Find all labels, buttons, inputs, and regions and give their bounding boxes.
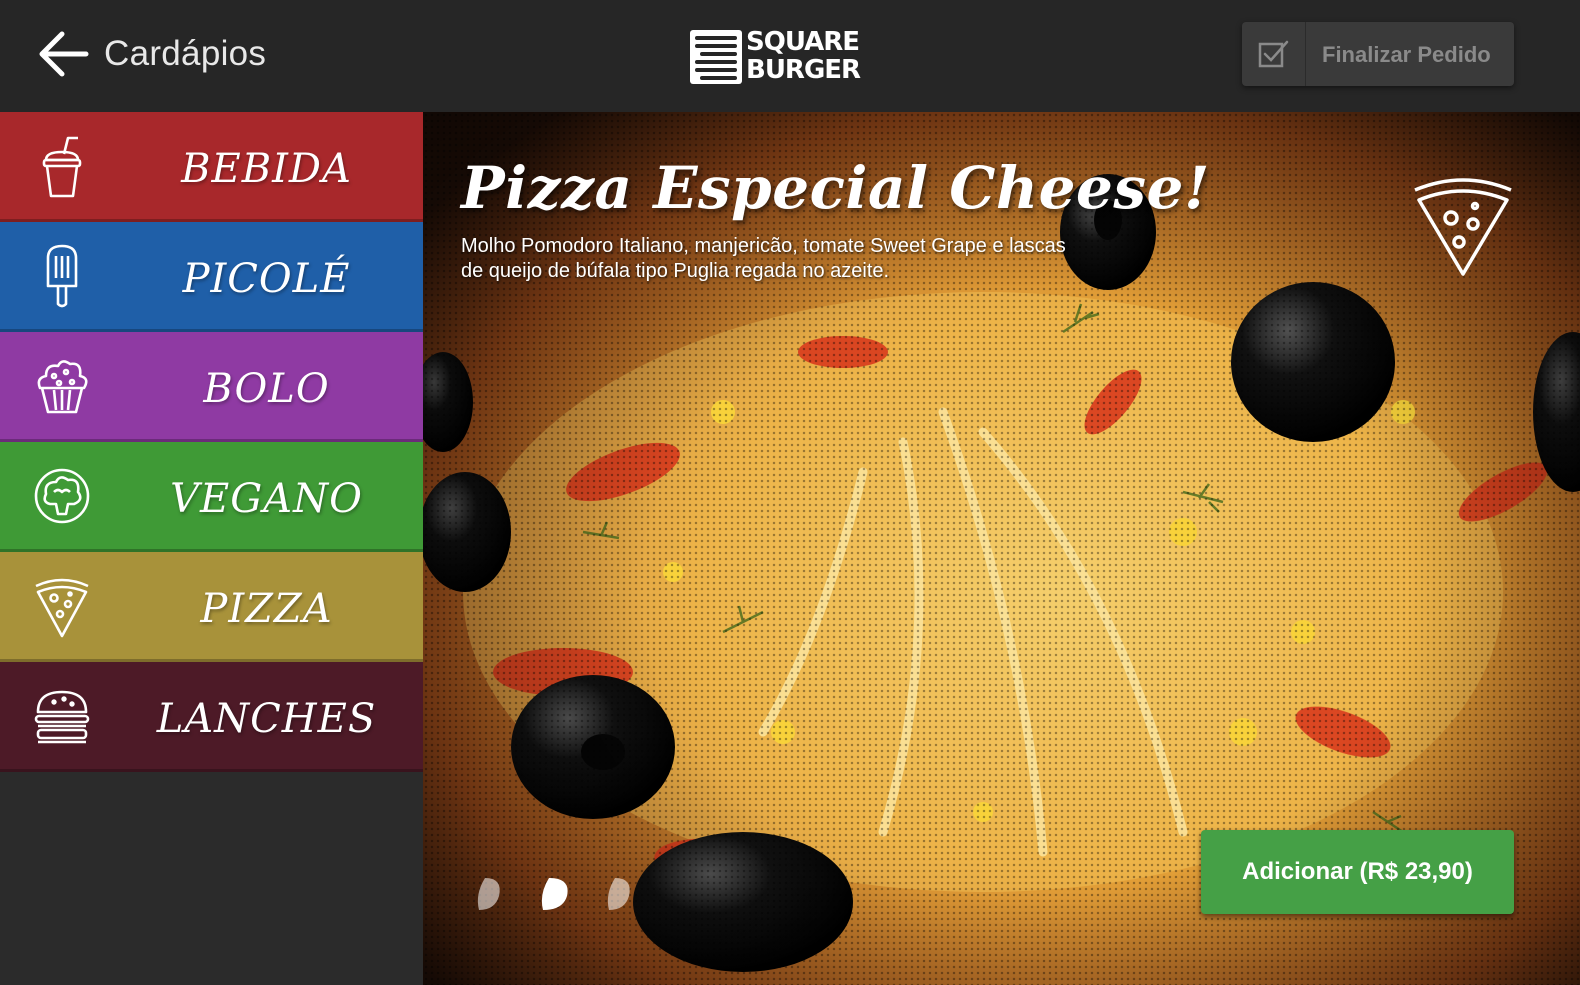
- category-label: LANCHES: [156, 696, 377, 742]
- broccoli-icon: [32, 464, 92, 530]
- square-burger-logo: SQUARE BURGER: [690, 27, 872, 86]
- product-description: Molho Pomodoro Italiano, manjericão, tom…: [461, 235, 1066, 282]
- product-title: Pizza Especial Cheese!: [461, 154, 1210, 222]
- product-hero: Pizza Especial Cheese! Molho Pomodoro It…: [423, 112, 1580, 985]
- category-label: PICOLÉ: [182, 256, 351, 302]
- pager-dot-3[interactable]: [605, 876, 633, 912]
- page-title: Cardápios: [104, 34, 267, 73]
- popsicle-icon: [32, 244, 92, 310]
- logo-line-2: BURGER: [746, 55, 861, 85]
- logo-line-1: SQUARE: [746, 27, 860, 57]
- category-label: VEGANO: [170, 476, 363, 522]
- checkbox-check-icon: [1242, 22, 1306, 86]
- burger-icon: [32, 684, 92, 750]
- pager-dot-2-active[interactable]: [539, 876, 568, 912]
- add-to-order-button[interactable]: Adicionar (R$ 23,90): [1201, 830, 1514, 914]
- category-label: BOLO: [203, 366, 330, 412]
- pizza-slice-icon: [32, 574, 92, 640]
- category-vegano[interactable]: VEGANO: [0, 442, 423, 552]
- cupcake-icon: [32, 354, 92, 420]
- logo-text: SQUARE BURGER: [746, 27, 861, 85]
- top-bar: Cardápios SQUARE BURGER Finalizar Pedido: [0, 0, 1580, 112]
- category-label: PIZZA: [200, 586, 333, 632]
- category-bebida[interactable]: BEBIDA: [0, 112, 423, 222]
- finalizar-pedido-label: Finalizar Pedido: [1322, 42, 1491, 67]
- category-pizza[interactable]: PIZZA: [0, 552, 423, 662]
- category-picole[interactable]: PICOLÉ: [0, 222, 423, 332]
- logo-mark: [690, 30, 742, 84]
- category-bolo[interactable]: BOLO: [0, 332, 423, 442]
- arrow-left-icon[interactable]: [36, 26, 92, 82]
- category-label: BEBIDA: [181, 146, 352, 192]
- pizza-slice-icon: [1411, 174, 1515, 278]
- drink-cup-icon: [32, 134, 92, 200]
- finalizar-pedido-button[interactable]: Finalizar Pedido: [1242, 22, 1514, 86]
- category-lanches[interactable]: LANCHES: [0, 662, 423, 772]
- category-sidebar: BEBIDA PICOLÉ BOLO VEGANO PIZZA LANCHES: [0, 112, 423, 985]
- pager-dot-1[interactable]: [475, 876, 503, 912]
